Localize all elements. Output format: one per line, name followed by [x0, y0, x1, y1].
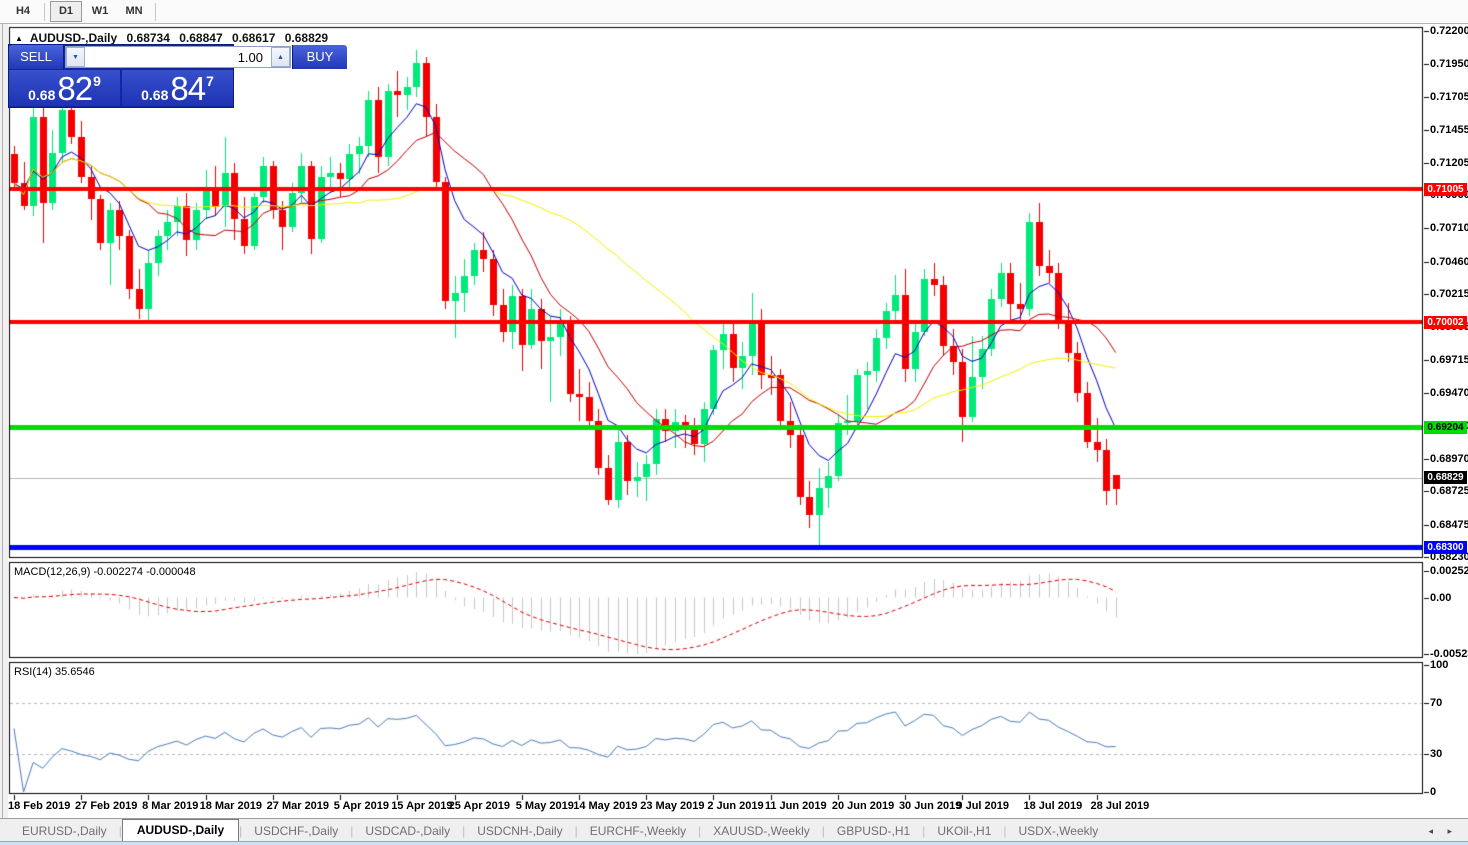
sell-button[interactable]: SELL: [9, 45, 64, 69]
buy-price-big: 84: [170, 75, 205, 103]
date-tick-label: 15 Apr 2019: [391, 800, 452, 812]
chart-tab-eurchf-weekly[interactable]: EURCHF-,Weekly: [578, 821, 698, 842]
rsi-label: RSI(14) 35.6546: [14, 666, 95, 678]
date-tick-label: 5 May 2019: [516, 800, 574, 812]
price-tick-label: 0.70215: [1430, 288, 1468, 300]
price-tick-label: 0.70710: [1430, 222, 1468, 234]
chart-symbol: AUDUSD-,Daily: [30, 31, 117, 45]
sell-price-sup: 9: [93, 73, 101, 89]
chart-tab-usdcad-daily[interactable]: USDCAD-,Daily: [353, 821, 462, 842]
date-tick-label: 27 Feb 2019: [75, 800, 137, 812]
price-tick-label: 0.69470: [1430, 387, 1468, 399]
date-tick-label: 8 Mar 2019: [142, 800, 198, 812]
level-price-chip: 0.69204: [1424, 421, 1467, 434]
quote-low: 0.68617: [232, 31, 275, 45]
price-tick-label: 0.72200: [1430, 25, 1468, 37]
date-tick-label: 23 May 2019: [640, 800, 704, 812]
macd-axis-label: -0.005234: [1430, 648, 1468, 660]
tab-scroll-arrows[interactable]: ◂ ▸: [1428, 826, 1458, 842]
window-left-frame: [0, 24, 8, 840]
date-tick-label: 20 Jun 2019: [832, 800, 894, 812]
date-tick-label: 28 Jul 2019: [1091, 800, 1150, 812]
volume-stepper: ▼ ▲: [65, 46, 291, 68]
timeframe-button-h4[interactable]: H4: [7, 1, 39, 22]
buy-price-sup: 7: [206, 73, 214, 89]
macd-axis-label: 0.00: [1430, 592, 1468, 604]
one-click-trade-panel: SELL ▼ ▲ BUY 0.68 82 9 0.68 84 7: [8, 44, 234, 108]
date-tick-label: 30 Jun 2019: [899, 800, 961, 812]
price-tick-label: 0.68725: [1430, 485, 1468, 497]
quote-high: 0.68847: [179, 31, 222, 45]
rsi-axis-label: 70: [1430, 697, 1468, 709]
price-tick-label: 0.71705: [1430, 91, 1468, 103]
status-strip: [0, 841, 1468, 845]
chart-title: ▲ AUDUSD-,Daily 0.68734 0.68847 0.68617 …: [15, 31, 334, 45]
toolbar-separator: [44, 3, 45, 21]
date-tick-label: 18 Mar 2019: [200, 800, 262, 812]
buy-price-small: 0.68: [141, 87, 168, 103]
chart-tab-usdchf-daily[interactable]: USDCHF-,Daily: [242, 821, 350, 842]
level-price-chip: 0.68300: [1424, 541, 1467, 554]
buy-button[interactable]: BUY: [292, 45, 347, 69]
chart-tab-ukoil-h1[interactable]: UKOil-,H1: [925, 821, 1003, 842]
terminal-window: H4D1W1MN ▲ AUDUSD-,Daily 0.68734 0.68847…: [0, 0, 1468, 844]
date-tick-label: 27 Mar 2019: [267, 800, 329, 812]
price-tick-label: 0.70460: [1430, 256, 1468, 268]
date-tick-label: 2 Jun 2019: [707, 800, 763, 812]
rsi-axis-label: 30: [1430, 748, 1468, 760]
chart-tab-xauusd-weekly[interactable]: XAUUSD-,Weekly: [701, 821, 821, 842]
level-price-chip: 0.70002: [1424, 316, 1467, 329]
price-tick-label: 0.68475: [1430, 519, 1468, 531]
volume-decrease-button[interactable]: ▼: [66, 47, 85, 67]
current-price-chip: 0.68829: [1424, 471, 1467, 484]
date-tick-label: 11 Jun 2019: [765, 800, 827, 812]
timeframe-toolbar: H4 D1W1MN: [0, 0, 1468, 24]
volume-increase-button[interactable]: ▲: [271, 47, 290, 67]
macd-axis-label: 0.002522: [1430, 565, 1468, 577]
date-tick-label: 18 Feb 2019: [8, 800, 70, 812]
chart-tab-gbpusd-h1[interactable]: GBPUSD-,H1: [825, 821, 922, 842]
toolbar-separator: [155, 3, 156, 21]
date-tick-label: 25 Apr 2019: [449, 800, 510, 812]
level-price-chip: 0.71005: [1424, 183, 1467, 196]
timeframe-button-mn[interactable]: MN: [118, 1, 150, 22]
chart-tab-audusd-daily[interactable]: AUDUSD-,Daily: [122, 819, 239, 842]
chart-tab-usdcnh-daily[interactable]: USDCNH-,Daily: [465, 821, 574, 842]
price-tick-label: 0.71205: [1430, 157, 1468, 169]
chart-tab-usdx-weekly[interactable]: USDX-,Weekly: [1007, 821, 1111, 842]
quote-open: 0.68734: [127, 31, 170, 45]
rsi-axis-label: 100: [1430, 659, 1468, 671]
sell-price-small: 0.68: [28, 87, 55, 103]
buy-price-box[interactable]: 0.68 84 7: [122, 70, 233, 106]
price-tick-label: 0.69715: [1430, 354, 1468, 366]
sell-price-box[interactable]: 0.68 82 9: [9, 70, 120, 106]
price-tick-label: 0.71950: [1430, 58, 1468, 70]
date-tick-label: 9 Jul 2019: [956, 800, 1009, 812]
volume-input[interactable]: [85, 47, 271, 67]
quote-close: 0.68829: [285, 31, 328, 45]
chart-tab-bar: EURUSD-,Daily|AUDUSD-,Daily|USDCHF-,Dail…: [0, 818, 1468, 842]
price-tick-label: 0.68970: [1430, 453, 1468, 465]
collapse-marker-icon: ▲: [15, 34, 23, 43]
macd-label: MACD(12,26,9) -0.002274 -0.000048: [14, 566, 196, 578]
chart-tab-eurusd-daily[interactable]: EURUSD-,Daily: [10, 821, 119, 842]
candlestick-chart-canvas[interactable]: [0, 0, 1468, 844]
sell-price-big: 82: [57, 75, 92, 103]
timeframe-button-d1[interactable]: D1: [50, 1, 82, 22]
date-tick-label: 18 Jul 2019: [1023, 800, 1082, 812]
price-tick-label: 0.71455: [1430, 124, 1468, 136]
date-tick-label: 14 May 2019: [573, 800, 637, 812]
timeframe-button-w1[interactable]: W1: [84, 1, 116, 22]
date-tick-label: 5 Apr 2019: [334, 800, 389, 812]
rsi-axis-label: 0: [1430, 786, 1468, 798]
